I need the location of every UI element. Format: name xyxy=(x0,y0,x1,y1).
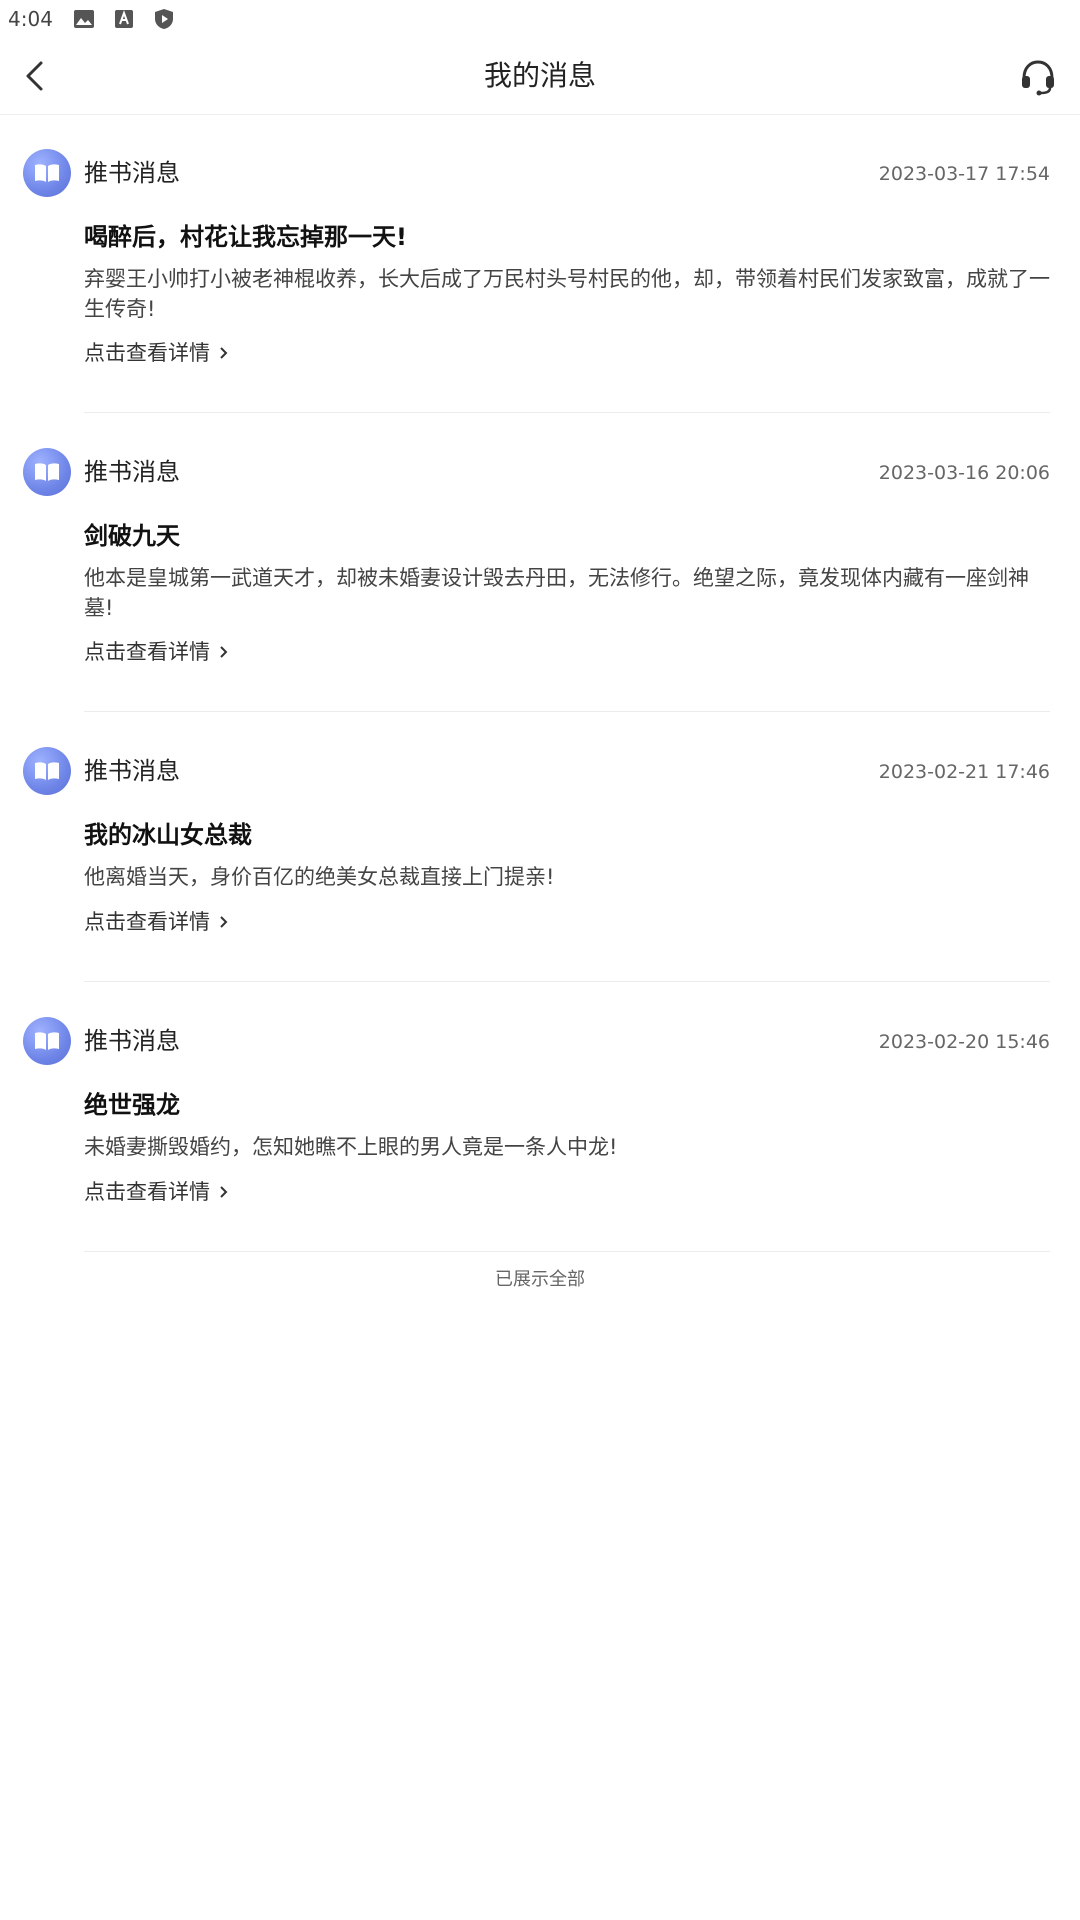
message-title: 喝醉后，村花让我忘掉那一天! xyxy=(84,223,407,251)
book-icon xyxy=(35,1032,59,1050)
message-time: 2023-02-21 17:46 xyxy=(878,761,1050,783)
message-description: 他离婚当天，身价百亿的绝美女总裁直接上门提亲! xyxy=(84,865,555,889)
message-avatar xyxy=(23,448,71,496)
divider xyxy=(84,1251,1050,1252)
page-title: 我的消息 xyxy=(483,59,596,92)
shield-play-icon xyxy=(152,7,176,31)
chevron-right-icon xyxy=(220,916,228,928)
message-item[interactable]: 推书消息 2023-02-20 15:46 绝世强龙 未婚妻撕毁婚约，怎知她瞧不… xyxy=(0,982,1080,1252)
message-type: 推书消息 xyxy=(84,757,180,785)
message-title: 我的冰山女总裁 xyxy=(84,821,252,849)
book-icon xyxy=(35,164,59,182)
message-avatar xyxy=(23,1017,71,1065)
message-list: 推书消息 2023-03-17 17:54 喝醉后，村花让我忘掉那一天! 弃婴王… xyxy=(0,114,1080,1252)
message-description: 弃婴王小帅打小被老神棍收养，长大后成了万民村头号村民的他，却，带领着村民们发家致… xyxy=(84,267,1050,321)
status-time: 4:04 xyxy=(8,7,53,31)
view-details-link[interactable]: 点击查看详情 xyxy=(84,338,230,368)
view-details-label: 点击查看详情 xyxy=(84,640,210,664)
message-title: 绝世强龙 xyxy=(84,1091,180,1119)
customer-service-button[interactable] xyxy=(1016,54,1060,98)
message-item[interactable]: 推书消息 2023-03-17 17:54 喝醉后，村花让我忘掉那一天! 弃婴王… xyxy=(0,114,1080,413)
message-title: 剑破九天 xyxy=(84,522,180,550)
message-description: 他本是皇城第一武道天才，却被未婚妻设计毁去丹田，无法修行。绝望之际，竟发现体内藏… xyxy=(84,566,1029,620)
view-details-link[interactable]: 点击查看详情 xyxy=(84,1177,230,1207)
text-a-icon xyxy=(112,7,136,31)
message-type: 推书消息 xyxy=(84,458,180,486)
message-avatar xyxy=(23,149,71,197)
view-details-label: 点击查看详情 xyxy=(84,341,210,365)
message-time: 2023-02-20 15:46 xyxy=(878,1031,1050,1053)
message-type: 推书消息 xyxy=(84,1027,180,1055)
image-icon xyxy=(72,7,96,31)
status-bar: 4:04 xyxy=(0,0,1080,38)
chevron-right-icon xyxy=(220,646,228,658)
message-description: 未婚妻撕毁婚约，怎知她瞧不上眼的男人竟是一条人中龙! xyxy=(84,1135,618,1159)
end-of-list-text: 已展示全部 xyxy=(495,1269,585,1290)
view-details-link[interactable]: 点击查看详情 xyxy=(84,907,230,937)
book-icon xyxy=(35,463,59,481)
nav-bar: 我的消息 xyxy=(0,38,1080,115)
message-time: 2023-03-17 17:54 xyxy=(878,163,1050,185)
view-details-label: 点击查看详情 xyxy=(84,910,210,934)
view-details-link[interactable]: 点击查看详情 xyxy=(84,637,230,667)
headset-icon xyxy=(1022,60,1054,96)
message-item[interactable]: 推书消息 2023-02-21 17:46 我的冰山女总裁 他离婚当天，身价百亿… xyxy=(0,712,1080,982)
message-avatar xyxy=(23,747,71,795)
message-item[interactable]: 推书消息 2023-03-16 20:06 剑破九天 他本是皇城第一武道天才，却… xyxy=(0,413,1080,712)
chevron-right-icon xyxy=(220,1186,228,1198)
message-time: 2023-03-16 20:06 xyxy=(878,462,1050,484)
view-details-label: 点击查看详情 xyxy=(84,1180,210,1204)
message-type: 推书消息 xyxy=(84,159,180,187)
book-icon xyxy=(35,762,59,780)
chevron-right-icon xyxy=(220,347,228,359)
